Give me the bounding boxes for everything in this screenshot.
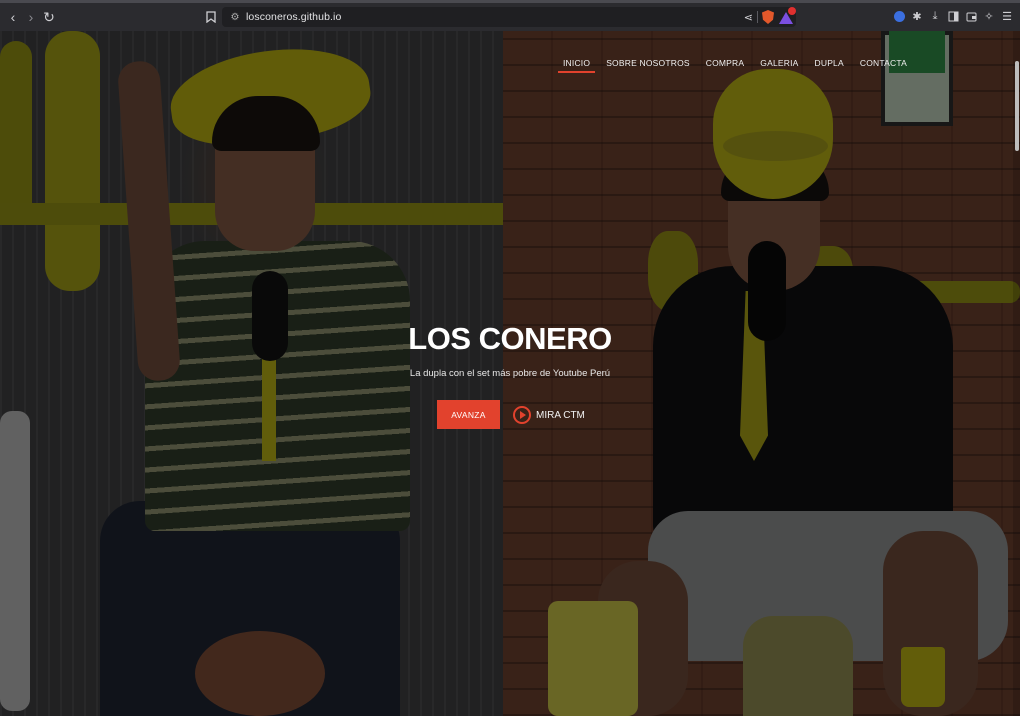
browser-toolbar: ‹ › ↻ ⚙ losconeros.github.io ⋖ ✱ ⤓ ✧ ☰: [0, 0, 1020, 31]
page-scrollbar[interactable]: [1013, 31, 1020, 716]
address-bar[interactable]: ⚙ losconeros.github.io ⋖: [222, 7, 796, 27]
url-text[interactable]: losconeros.github.io: [246, 11, 341, 23]
vpn-icon[interactable]: [892, 9, 906, 23]
nav-link-inicio[interactable]: INICIO: [555, 57, 598, 73]
reload-icon[interactable]: ↻: [41, 9, 57, 25]
nav-link-compra[interactable]: COMPRA: [698, 57, 753, 73]
leo-ai-icon[interactable]: ✧: [982, 9, 996, 23]
divider: [757, 11, 758, 23]
toolbar-actions: ✱ ⤓ ✧ ☰: [892, 9, 1014, 23]
sidebar-icon[interactable]: [946, 9, 960, 23]
download-icon[interactable]: ⤓: [928, 9, 942, 23]
share-icon[interactable]: ⋖: [744, 11, 753, 24]
chevron-right-icon[interactable]: ›: [23, 9, 39, 25]
site-navigation: INICIO SOBRE NOSOTROS COMPRA GALERIA DUP…: [555, 57, 915, 73]
play-icon[interactable]: [513, 406, 531, 424]
chevron-left-icon[interactable]: ‹: [5, 9, 21, 25]
nav-link-sobre-nosotros[interactable]: SOBRE NOSOTROS: [598, 57, 698, 73]
hero-title: LOS CONERO: [408, 321, 612, 356]
wallet-icon[interactable]: [964, 9, 978, 23]
nav-link-galeria[interactable]: GALERIA: [752, 57, 806, 73]
brave-rewards-icon[interactable]: [778, 7, 796, 25]
nav-link-dupla[interactable]: DUPLA: [807, 57, 852, 73]
brave-shield-icon[interactable]: [762, 10, 774, 24]
advance-button[interactable]: AVANZA: [437, 400, 500, 429]
hamburger-menu-icon[interactable]: ☰: [1000, 9, 1014, 23]
hero-subtitle: La dupla con el set más pobre de Youtube…: [409, 368, 611, 379]
scrollbar-thumb[interactable]: [1015, 61, 1019, 151]
puzzle-icon[interactable]: ✱: [910, 9, 924, 23]
navigation-buttons: ‹ › ↻: [5, 9, 57, 26]
bookmark-icon[interactable]: [203, 9, 219, 25]
nav-link-contacta[interactable]: CONTACTA: [852, 57, 915, 73]
tune-icon[interactable]: ⚙: [226, 12, 244, 23]
address-bar-actions: ⋖: [744, 7, 796, 25]
watch-video-label[interactable]: MIRA CTM: [536, 410, 585, 421]
web-page: INICIO SOBRE NOSOTROS COMPRA GALERIA DUP…: [0, 31, 1020, 716]
watch-video-button[interactable]: MIRA CTM: [513, 404, 585, 426]
